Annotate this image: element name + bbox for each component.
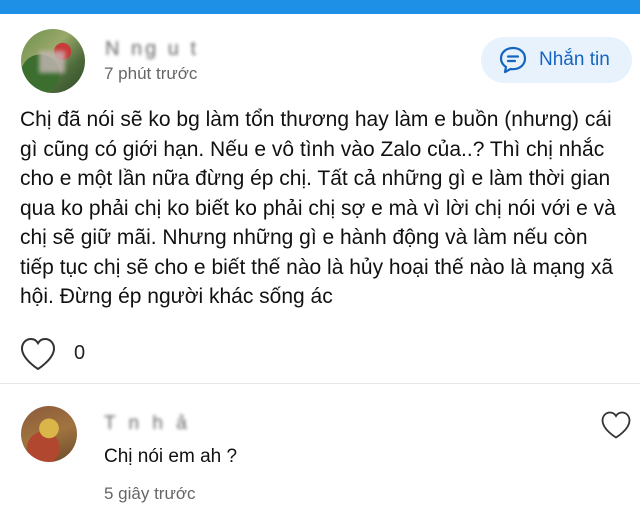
message-button-label: Nhắn tin [539,49,610,70]
comment-time: 5 giây trước [104,484,196,503]
divider [0,383,640,384]
message-button[interactable]: Nhắn tin [481,37,632,83]
comment-author-name[interactable]: T n h ả [104,413,191,435]
top-bar [0,0,640,14]
chat-bubble-icon [499,46,527,74]
post-author-avatar[interactable] [21,29,85,93]
like-count: 0 [74,342,86,364]
comment-heart-outline-icon[interactable] [600,410,632,440]
post-author-name[interactable]: N ng u t [105,38,199,61]
post-text: Chị đã nói sẽ ko bg làm tổn thương hay l… [20,108,616,308]
comment-text: Chị nói em ah ? [104,446,238,467]
heart-outline-icon[interactable] [19,336,57,372]
comment-author-avatar[interactable] [21,406,77,462]
post-time: 7 phút trước [104,64,198,83]
